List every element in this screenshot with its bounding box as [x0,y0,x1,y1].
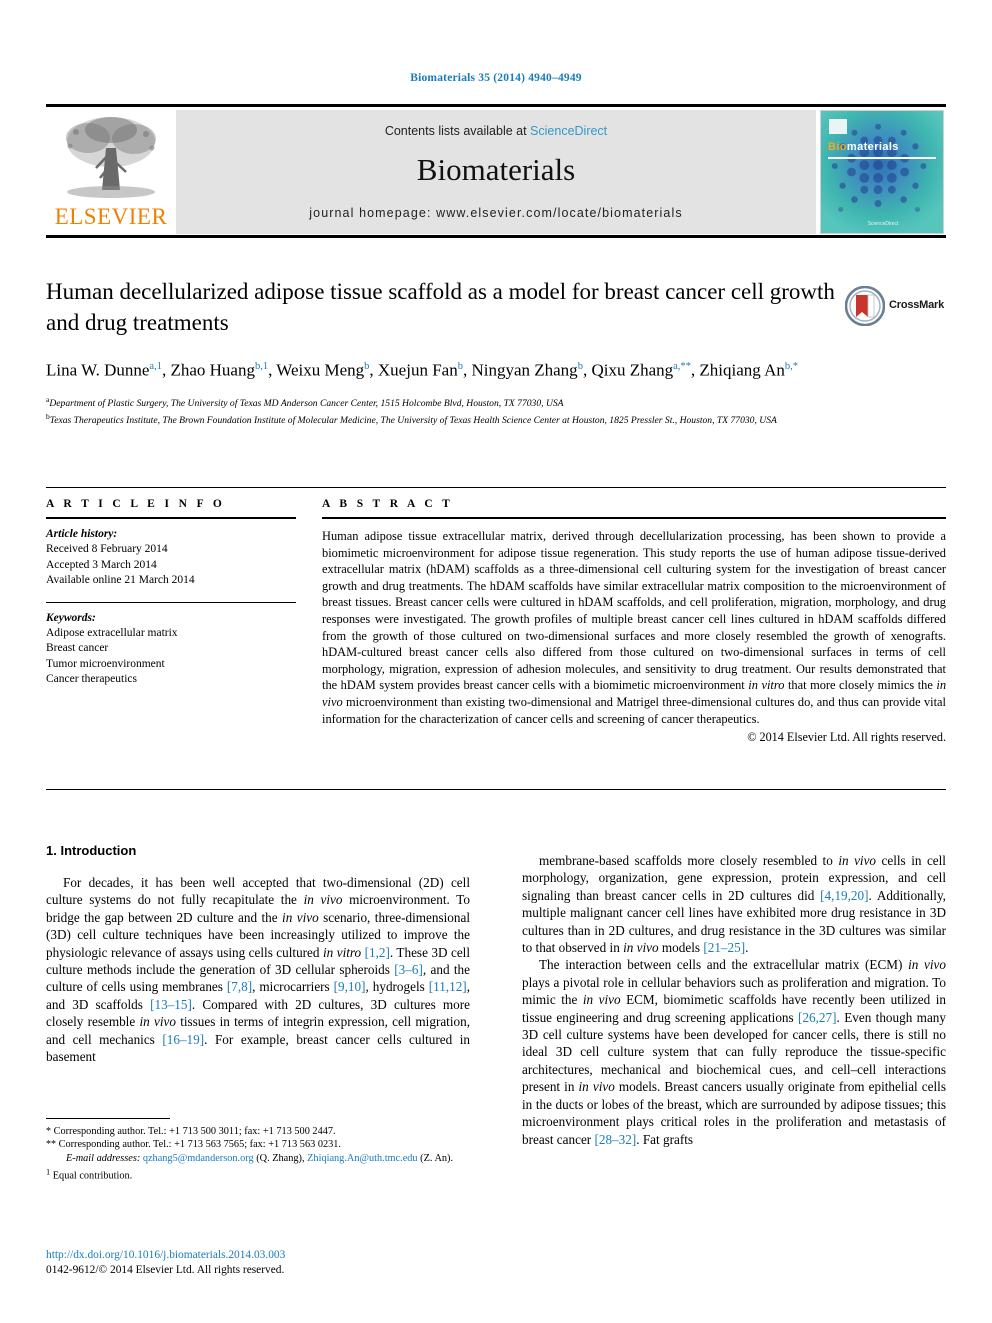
affiliation-list: aDepartment of Plastic Surgery, The Univ… [46,393,836,428]
article-history-online: Available online 21 March 2014 [46,574,195,586]
cover-footer-text: ScienceDirect [867,221,899,227]
abstract-heading: A B S T R A C T [322,498,454,510]
crossmark-label: CrossMark [889,299,945,311]
article-page: Biomaterials 35 (2014) 4940–4949 ELSEVIE… [0,0,992,1323]
article-history-accepted: Accepted 3 March 2014 [46,558,157,571]
section-heading-introduction: 1. Introduction [46,843,137,858]
elsevier-tree-icon [66,117,156,198]
body-column-left: 1. Introduction For decades, it has been… [46,843,470,1065]
title-block: Human decellularized adipose tissue scaf… [46,276,836,428]
abstract-column: A B S T R A C T Human adipose tissue ext… [322,498,946,745]
abstract-body: Human adipose tissue extracellular matri… [322,529,947,726]
cover-publisher-badge [829,119,847,134]
article-info-divider [46,601,296,603]
masthead-top-rule [46,104,946,107]
doi-block: http://dx.doi.org/10.1016/j.biomaterials… [46,1248,470,1278]
crossmark-badge[interactable]: CrossMark [845,286,945,328]
keyword-item: Tumor microenvironment [46,657,165,670]
sciencedirect-link[interactable]: ScienceDirect [530,124,607,138]
article-history-label: Article history: [46,528,118,540]
author-list: Lina W. Dunnea,1, Zhao Huangb,1, Weixu M… [46,360,799,380]
doi-link[interactable]: http://dx.doi.org/10.1016/j.biomaterials… [46,1248,470,1263]
footnote-block: * Corresponding author. Tel.: +1 713 500… [46,1118,470,1183]
elsevier-wordmark: ELSEVIER [54,204,168,229]
contents-available-line: Contents lists available at ScienceDirec… [176,124,816,138]
email-name-qzhang: (Q. Zhang) [256,1152,302,1164]
affiliation-a: aDepartment of Plastic Surgery, The Univ… [46,394,564,409]
footnote-equal-contribution: 1 Equal contribution. [46,1167,133,1182]
footnote-corresponding-1: * Corresponding author. Tel.: +1 713 500… [46,1126,336,1137]
email-label: E-mail addresses: [66,1152,141,1164]
body-column-right: membrane-based scaffolds more closely re… [522,852,946,1148]
journal-masthead: ELSEVIER Contents lists available at Sci… [46,104,946,238]
contents-prefix: Contents lists available at [384,124,531,138]
info-section-top-rule [46,487,946,488]
footnote-emails: E-mail addresses: qzhang5@mdanderson.org… [66,1152,454,1164]
keyword-item: Breast cancer [46,642,109,654]
abstract-copyright: © 2014 Elsevier Ltd. All rights reserved… [747,730,946,745]
article-history-received: Received 8 February 2014 [46,543,168,555]
keyword-item: Cancer therapeutics [46,673,137,685]
crossmark-icon [845,286,885,326]
journal-cover-thumbnail: Biomaterials ScienceDirect [820,110,944,234]
elsevier-logo: ELSEVIER [48,110,174,234]
email-link-qzhang[interactable]: qzhang5@mdanderson.org [143,1153,254,1164]
masthead-center-panel: Contents lists available at ScienceDirec… [176,110,816,234]
email-name-zan: (Z. An). [420,1152,454,1164]
keyword-item: Adipose extracellular matrix [46,626,178,639]
info-section-bottom-rule [46,789,946,790]
issn-copyright: 0142-9612/© 2014 Elsevier Ltd. All right… [46,1264,285,1276]
keywords-label: Keywords: [46,611,96,624]
cover-title-rule [828,157,936,159]
article-info-column: A R T I C L E I N F O Article history: R… [46,498,296,688]
article-info-rule [46,517,296,519]
paragraph: The interaction between cells and the ex… [522,957,946,1147]
email-link-zan[interactable]: Zhiqiang.An@uth.tmc.edu [307,1153,417,1164]
page-title: Human decellularized adipose tissue scaf… [46,279,835,335]
masthead-bottom-rule [46,235,946,238]
footnote-rule [46,1118,170,1119]
abstract-rule [322,517,946,519]
running-head: Biomaterials 35 (2014) 4940–4949 [410,72,582,84]
cover-journal-title: Biomaterials [828,141,899,153]
affiliation-b: bTexas Therapeutics Institute, The Brown… [46,412,777,427]
footnote-corresponding-2: ** Corresponding author. Tel.: +1 713 56… [46,1139,341,1151]
journal-title: Biomaterials [416,152,576,187]
paragraph: For decades, it has been well accepted t… [46,875,471,1065]
article-info-heading: A R T I C L E I N F O [46,498,226,510]
paragraph: membrane-based scaffolds more closely re… [522,853,946,956]
journal-homepage-link[interactable]: journal homepage: www.elsevier.com/locat… [176,206,816,220]
